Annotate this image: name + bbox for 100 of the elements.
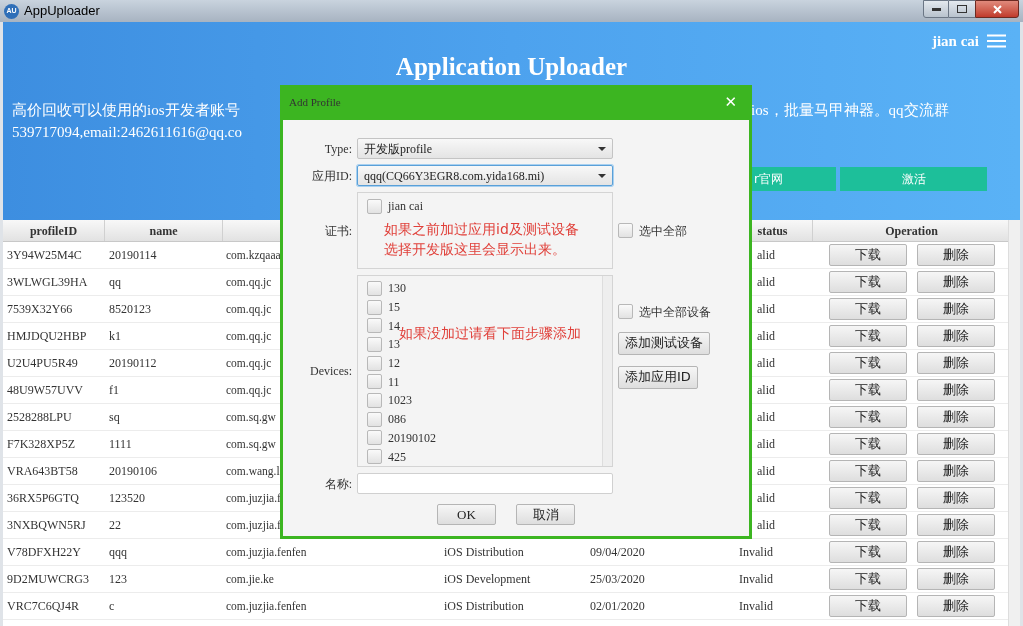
- table-cell: 1111: [109, 437, 132, 451]
- download-button[interactable]: 下载: [829, 595, 907, 617]
- column-header[interactable]: status: [757, 221, 788, 240]
- table-cell: com.jie.ke: [226, 572, 274, 585]
- download-button[interactable]: 下载: [829, 406, 907, 428]
- delete-button[interactable]: 删除: [917, 352, 995, 374]
- dropdown-caret-icon: [598, 146, 606, 151]
- table-cell: iOS Development: [444, 572, 531, 586]
- download-button[interactable]: 下载: [829, 271, 907, 293]
- table-cell: alid: [757, 275, 775, 289]
- table-cell: com.juzjia.fenfen: [226, 599, 307, 612]
- table-cell: com.qq.jc: [226, 302, 272, 315]
- table-cell: HMJDQU2HBP: [7, 329, 87, 343]
- delete-button[interactable]: 删除: [917, 379, 995, 401]
- download-button[interactable]: 下载: [829, 514, 907, 536]
- table-cell: alid: [757, 491, 775, 505]
- download-button[interactable]: 下载: [829, 460, 907, 482]
- ok-button[interactable]: OK: [437, 504, 496, 525]
- checkbox-label: 14: [388, 317, 400, 333]
- download-button[interactable]: 下载: [829, 487, 907, 509]
- checkbox-label: jian cai: [388, 198, 423, 215]
- name-input-field[interactable]: [357, 473, 613, 494]
- checkbox[interactable]: [367, 280, 382, 296]
- table-cell: VRC7C6QJ4R: [7, 599, 80, 613]
- download-button[interactable]: 下载: [829, 352, 907, 374]
- notice-text: ios，批量马甲神器。qq交流群: [751, 100, 949, 120]
- checkbox[interactable]: [367, 318, 382, 334]
- scrollbar[interactable]: [602, 276, 612, 466]
- maximize-button[interactable]: [949, 0, 975, 18]
- download-button[interactable]: 下载: [829, 568, 907, 590]
- checkbox-label: 130: [388, 280, 406, 298]
- app-id-dropdown[interactable]: qqq(CQ66Y3EGR8.com.yida168.mi): [357, 165, 613, 186]
- table-cell: iOS Distribution: [444, 545, 524, 559]
- checkbox-label: 12: [388, 355, 400, 373]
- menu-icon[interactable]: [987, 34, 1006, 49]
- checkbox[interactable]: [367, 299, 382, 315]
- table-cell: alid: [757, 302, 775, 316]
- table-cell: com.qq.jc: [226, 383, 272, 396]
- delete-button[interactable]: 删除: [917, 271, 995, 293]
- minimize-button[interactable]: [923, 0, 949, 18]
- download-button[interactable]: 下载: [829, 541, 907, 563]
- table-cell: alid: [757, 518, 775, 532]
- add-app-id-button[interactable]: 添加应用ID: [618, 365, 698, 389]
- delete-button[interactable]: 删除: [917, 433, 995, 455]
- table-cell: 25/03/2020: [590, 572, 645, 586]
- dropdown-caret-icon: [598, 173, 606, 178]
- table-cell: 3Y94W25M4C: [7, 248, 82, 262]
- checkbox[interactable]: [618, 304, 633, 319]
- download-button[interactable]: 下载: [829, 433, 907, 455]
- download-button[interactable]: 下载: [829, 379, 907, 401]
- notice-text: 高价回收可以使用的ios开发者账号: [12, 100, 241, 120]
- download-button[interactable]: 下载: [829, 325, 907, 347]
- close-button[interactable]: [975, 0, 1019, 18]
- checkbox[interactable]: [367, 355, 382, 371]
- checkbox-label: 425: [388, 448, 406, 466]
- type-dropdown[interactable]: 开发版profile: [357, 138, 613, 159]
- delete-button[interactable]: 删除: [917, 514, 995, 536]
- column-header[interactable]: Operation: [885, 221, 938, 240]
- checkbox[interactable]: [367, 374, 382, 390]
- delete-button[interactable]: 删除: [917, 595, 995, 617]
- checkbox[interactable]: [618, 223, 633, 238]
- maximize-icon: [957, 5, 967, 13]
- annotation-text: 如果没加过请看下面步骤添加: [399, 325, 581, 341]
- delete-button[interactable]: 删除: [917, 244, 995, 266]
- table-cell: alid: [757, 464, 775, 478]
- table-cell: c: [109, 599, 115, 613]
- table-cell: qq: [109, 275, 121, 289]
- checkbox[interactable]: [367, 198, 382, 214]
- table-cell: 123: [109, 572, 127, 586]
- column-header[interactable]: name: [149, 221, 178, 240]
- delete-button[interactable]: 删除: [917, 460, 995, 482]
- checkbox[interactable]: [367, 449, 382, 465]
- delete-button[interactable]: 删除: [917, 541, 995, 563]
- delete-button[interactable]: 删除: [917, 568, 995, 590]
- checkbox[interactable]: [367, 411, 382, 427]
- table-cell: com.juzjia.f: [226, 518, 281, 531]
- table-cell: com.wang.l: [226, 464, 280, 477]
- table-cell: Invalid: [739, 599, 773, 613]
- download-button[interactable]: 下载: [829, 244, 907, 266]
- checkbox[interactable]: [367, 392, 382, 408]
- column-header[interactable]: profileID: [29, 221, 78, 240]
- field-label: Devices:: [309, 363, 352, 380]
- checkbox-label: 选中全部设备: [639, 303, 711, 321]
- delete-button[interactable]: 删除: [917, 325, 995, 347]
- delete-button[interactable]: 删除: [917, 298, 995, 320]
- download-button[interactable]: 下载: [829, 298, 907, 320]
- checkbox[interactable]: [367, 430, 382, 446]
- add-device-button[interactable]: 添加测试设备: [618, 331, 710, 355]
- checkbox-label: 086: [388, 411, 406, 429]
- delete-button[interactable]: 删除: [917, 406, 995, 428]
- table-cell: iOS Distribution: [444, 599, 524, 613]
- table-cell: k1: [109, 329, 121, 343]
- scrollbar[interactable]: [1008, 220, 1020, 626]
- table-cell: 36RX5P6GTQ: [7, 491, 79, 505]
- delete-button[interactable]: 删除: [917, 487, 995, 509]
- cancel-button[interactable]: 取消: [516, 504, 575, 525]
- table-cell: V78DFXH22Y: [7, 545, 81, 559]
- checkbox[interactable]: [367, 336, 382, 352]
- table-cell: 8520123: [109, 302, 151, 316]
- table-cell: 9D2MUWCRG3: [7, 572, 89, 586]
